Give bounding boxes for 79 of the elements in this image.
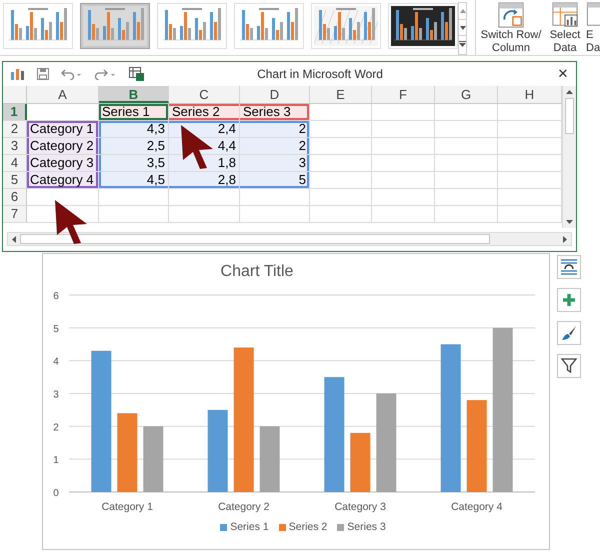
- row-header[interactable]: 6: [3, 189, 27, 205]
- ribbon-button[interactable]: Select Data: [546, 0, 584, 55]
- table-cell: 3: [240, 155, 310, 171]
- axis-tick-label: 1: [53, 455, 59, 466]
- axis-tick-label: 5: [53, 324, 59, 335]
- axis-tick-label: 4: [53, 356, 59, 368]
- horizontal-scrollbar[interactable]: [7, 232, 572, 246]
- down-arrow-icon: [460, 26, 466, 30]
- table-cell: Category 2: [27, 138, 99, 154]
- table-cell: 5: [240, 172, 310, 188]
- layout-options-icon: [560, 259, 578, 275]
- paintbrush-icon: [561, 325, 577, 341]
- column-header[interactable]: D: [240, 86, 310, 103]
- chart-bar: [350, 432, 370, 492]
- row-header[interactable]: 2: [3, 121, 27, 137]
- axis-tick-label: 0: [53, 488, 59, 499]
- table-cell: Category 3: [27, 155, 99, 171]
- up-arrow-icon[interactable]: [566, 90, 573, 94]
- legend-label: Series 2: [288, 520, 328, 535]
- table-cell: 2,5: [99, 138, 169, 154]
- expand-icon: [459, 40, 466, 46]
- row-header[interactable]: 5: [3, 172, 27, 188]
- table-cell: Category 4: [27, 172, 99, 188]
- row-header[interactable]: 3: [3, 138, 27, 154]
- table-cell: Series 3: [240, 104, 310, 120]
- row-header[interactable]: 7: [3, 206, 27, 222]
- table-cell: Series 2: [169, 104, 240, 120]
- scrollbar-thumb[interactable]: [565, 98, 574, 134]
- scrollbar-thumb[interactable]: [20, 234, 490, 244]
- redo-icon[interactable]: [95, 68, 117, 80]
- category-label: Category 2: [218, 501, 270, 513]
- table-cell: 2,8: [169, 172, 240, 188]
- up-arrow-icon: [460, 9, 466, 13]
- vertical-scrollbar[interactable]: [562, 86, 576, 228]
- window-title: Chart in Microsoft Word: [256, 66, 384, 83]
- ribbon-button[interactable]: E Da: [586, 0, 600, 55]
- pointer-arrow-icon: [180, 124, 214, 170]
- left-arrow-icon[interactable]: [12, 236, 16, 242]
- table-cell: 4,3: [99, 121, 169, 137]
- plus-icon: [562, 293, 576, 307]
- chart-bar: [143, 426, 164, 492]
- bar-chart-icon: [11, 68, 25, 80]
- axis-tick-label: 6: [53, 291, 59, 302]
- close-button[interactable]: ✕: [556, 67, 570, 81]
- column-header[interactable]: F: [372, 86, 435, 103]
- chart-title: Chart Title: [220, 263, 294, 280]
- undo-icon[interactable]: [61, 68, 83, 80]
- table-cell: 2,4: [169, 121, 240, 137]
- axis-tick-label: 2: [53, 422, 59, 434]
- column-header[interactable]: G: [435, 86, 498, 103]
- column-header[interactable]: E: [310, 86, 372, 103]
- table-cell: 3,5: [99, 155, 169, 171]
- table-cell: 4,5: [99, 172, 169, 188]
- column-header[interactable]: C: [169, 86, 240, 103]
- legend-label: Series 3: [347, 520, 386, 535]
- chart-side-button[interactable]: [557, 354, 581, 378]
- filter-icon: [561, 358, 577, 374]
- row-header[interactable]: 4: [3, 155, 27, 171]
- table-cell: Series 1: [99, 104, 169, 120]
- ribbon-button[interactable]: Switch Row/ Column: [478, 0, 544, 55]
- category-label: Category 1: [102, 501, 153, 513]
- row-header[interactable]: 1: [3, 104, 27, 120]
- down-arrow-icon[interactable]: [566, 220, 573, 224]
- chart-bar: [260, 426, 280, 492]
- table-cell: Category 1: [27, 121, 99, 137]
- legend-label: Series 1: [230, 520, 269, 535]
- pointer-arrow-icon: [54, 199, 88, 245]
- chart-style-thumbnail[interactable]: [80, 3, 150, 49]
- axis-tick-label: 3: [53, 390, 59, 400]
- chart-side-button[interactable]: [557, 255, 581, 279]
- right-arrow-icon[interactable]: [563, 236, 567, 242]
- spreadsheet-icon[interactable]: [129, 67, 144, 81]
- table-cell: 2: [240, 138, 310, 154]
- category-label: Category 4: [451, 501, 502, 513]
- category-label: Category 3: [334, 501, 386, 513]
- save-icon[interactable]: [37, 68, 49, 80]
- table-cell: 2: [240, 121, 310, 137]
- table-cell: 1,8: [169, 155, 240, 171]
- column-header[interactable]: B: [99, 86, 169, 103]
